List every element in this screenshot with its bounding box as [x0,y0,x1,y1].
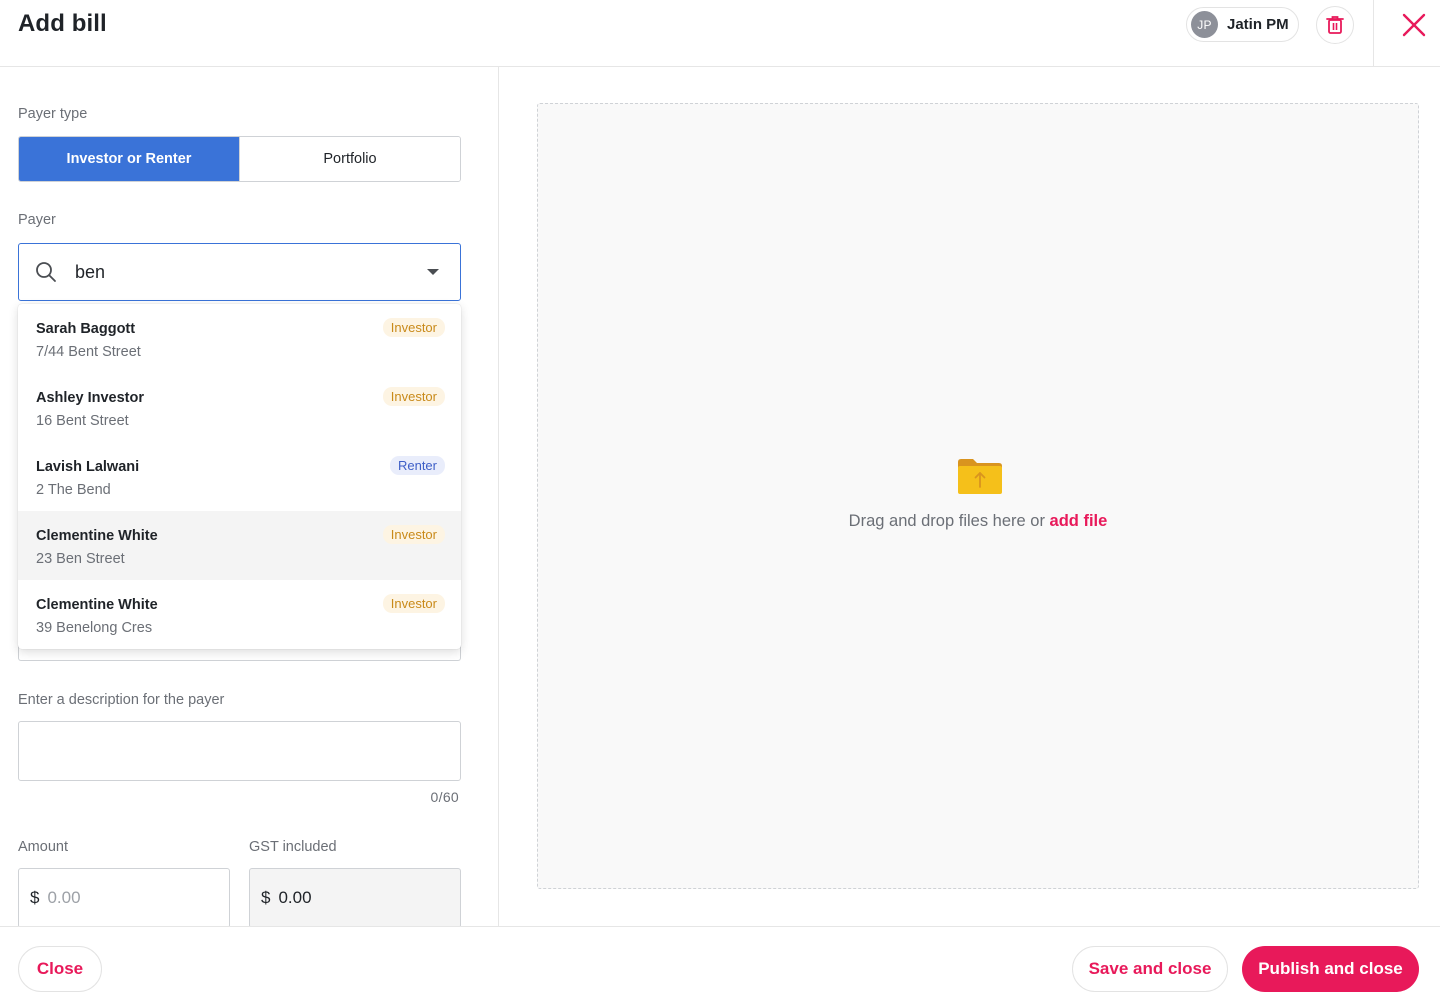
gst-field: $ 0.00 [249,868,461,926]
drop-zone-text: Drag and drop files here or add file [538,512,1418,531]
payer-type-badge: Renter [389,456,445,475]
payer-option-address: 23 Ben Street [36,551,125,567]
avatar: JP [1191,11,1218,38]
folder-upload-icon [958,459,1002,494]
chevron-down-icon[interactable] [427,269,439,275]
file-drop-zone[interactable]: Drag and drop files here or add file [537,103,1419,889]
payer-option-name: Sarah Baggott [36,321,136,337]
amount-currency: $ [30,888,40,907]
user-name: Jatin PM [1227,16,1289,33]
payer-label: Payer [18,212,56,228]
trash-icon [1326,16,1344,34]
description-label: Enter a description for the payer [18,692,225,708]
drop-zone-instructions: Drag and drop files here or [848,512,1045,530]
payer-type-investor-renter[interactable]: Investor or Renter [19,137,239,181]
search-icon [36,262,56,282]
publish-and-close-button[interactable]: Publish and close [1242,946,1419,992]
payer-option-name: Ashley Investor [36,390,144,406]
footer-bar: Close Save and close Publish and close [0,926,1440,1002]
payer-option-address: 7/44 Bent Street [36,344,141,360]
close-icon [1402,13,1426,37]
payer-option-name: Clementine White [36,597,158,613]
amount-placeholder: 0.00 [47,888,81,907]
gst-currency: $ [261,888,271,907]
payer-search-input[interactable]: ben [18,243,461,301]
payer-option-address: 39 Benelong Cres [36,620,153,636]
payer-type-toggle: Investor or Renter Portfolio [18,136,461,182]
description-input[interactable] [18,721,461,781]
payer-search-value[interactable]: ben [75,262,427,283]
payer-type-badge: Investor [382,387,445,406]
payer-type-portfolio[interactable]: Portfolio [239,137,460,181]
payer-option-address: 16 Bent Street [36,413,129,429]
payer-option[interactable]: Clementine White 39 Benelong Cres Invest… [18,580,461,649]
payer-option-name: Clementine White [36,528,158,544]
description-char-count: 0/60 [430,789,459,805]
gst-value: 0.00 [278,888,312,907]
amount-input[interactable]: $ 0.00 [18,868,230,926]
payer-type-badge: Investor [382,318,445,337]
payer-type-badge: Investor [382,525,445,544]
page-title: Add bill [18,10,107,37]
payer-option-name: Lavish Lalwani [36,459,140,475]
delete-button[interactable] [1316,6,1354,44]
payer-option[interactable]: Ashley Investor 16 Bent Street Investor [18,373,461,442]
close-button[interactable]: Close [18,946,102,992]
payer-option[interactable]: Clementine White 23 Ben Street Investor [18,511,461,580]
user-menu[interactable]: JP Jatin PM [1186,7,1299,42]
payer-option-address: 2 The Bend [36,482,111,498]
gst-label: GST included [249,839,337,855]
save-and-close-button[interactable]: Save and close [1072,946,1228,992]
header-divider [1373,0,1374,67]
payer-type-badge: Investor [382,594,445,613]
payer-results-list: Sarah Baggott 7/44 Bent Street Investor … [18,304,461,649]
payer-option[interactable]: Lavish Lalwani 2 The Bend Renter [18,442,461,511]
close-panel-button[interactable] [1396,7,1432,43]
add-file-link[interactable]: add file [1050,512,1108,530]
header-bar: Add bill JP Jatin PM [0,0,1440,67]
amount-label: Amount [18,839,68,855]
payer-type-label: Payer type [18,106,88,122]
payer-option[interactable]: Sarah Baggott 7/44 Bent Street Investor [18,304,461,373]
